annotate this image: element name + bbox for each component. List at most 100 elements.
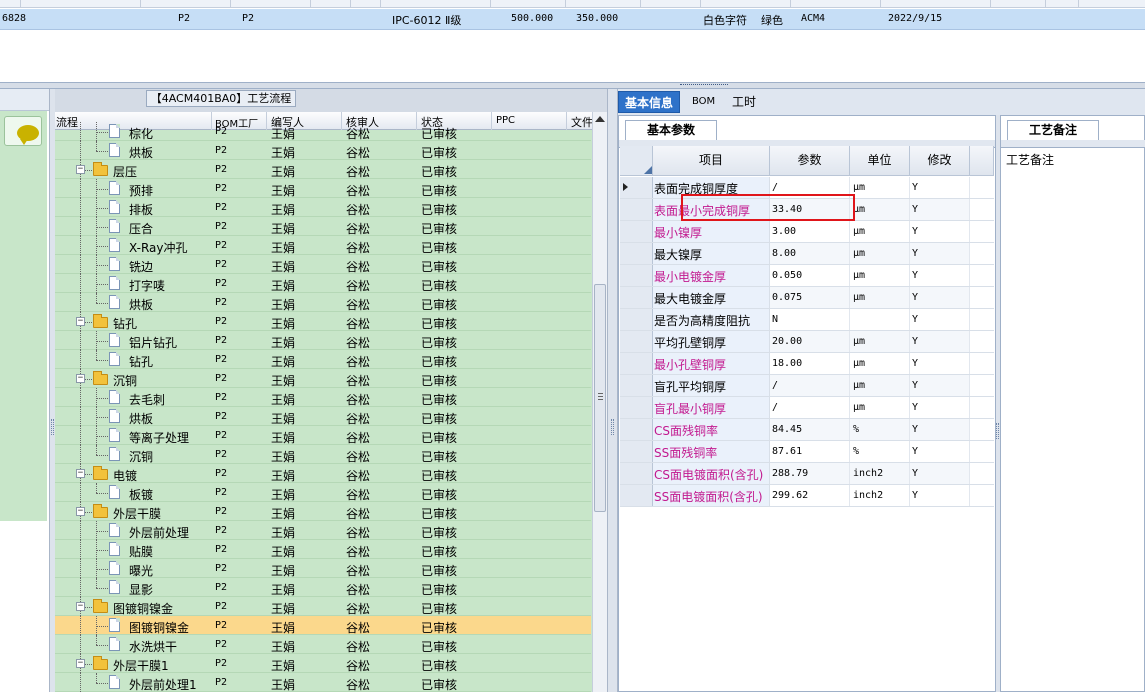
- tree-step-row[interactable]: 烘板 P2 王娟 谷松 已审核: [55, 141, 591, 160]
- param-row[interactable]: 最小镍厚 3.00 μm Y: [620, 221, 994, 243]
- top-grid-selected-row[interactable]: 6828 P2 P2 IPC-6012 Ⅱ级 500.000 350.000 白…: [0, 9, 1145, 30]
- tree-group-row[interactable]: − 层压 P2 王娟 谷松 已审核: [55, 160, 591, 179]
- tree-status: 已审核: [421, 431, 458, 445]
- header-unit[interactable]: 单位: [850, 146, 910, 176]
- tree-scrollbar[interactable]: [592, 112, 607, 692]
- basic-params-tab[interactable]: 基本参数: [625, 120, 717, 140]
- tree-step-row[interactable]: 排板 P2 王娟 谷松 已审核: [55, 198, 591, 217]
- tree-line: [96, 265, 108, 266]
- param-modify-cell[interactable]: [910, 199, 970, 220]
- param-value-cell[interactable]: [770, 397, 850, 418]
- top-grid-header: [0, 0, 1145, 8]
- tab-basic-info[interactable]: 基本信息: [618, 91, 681, 113]
- tree-step-row[interactable]: 显影 P2 王娟 谷松 已审核: [55, 578, 591, 597]
- tree-group-row[interactable]: − 电镀 P2 王娟 谷松 已审核: [55, 464, 591, 483]
- tree-line: [96, 350, 97, 360]
- param-row[interactable]: 盲孔平均铜厚 / μm Y: [620, 375, 994, 397]
- tree-bom: P2: [215, 164, 228, 175]
- tree-step-row[interactable]: 铣边 P2 王娟 谷松 已审核: [55, 255, 591, 274]
- param-row[interactable]: 盲孔最小铜厚 / μm Y: [620, 397, 994, 419]
- tree-step-row[interactable]: 预排 P2 王娟 谷松 已审核: [55, 179, 591, 198]
- process-tree[interactable]: 流程 BOM工厂 编写人 核审人 状态 PPC 文件 棕化 P2 王娟 谷松 已审核 烘板…: [55, 112, 607, 692]
- header-param[interactable]: 参数: [770, 146, 850, 176]
- param-row[interactable]: CS面残铜率 84.45% Y: [620, 419, 994, 441]
- tree-group-row[interactable]: − 图镀铜镍金 P2 王娟 谷松 已审核: [55, 597, 591, 616]
- param-row[interactable]: 最小孔壁铜厚 18.00 μm Y: [620, 353, 994, 375]
- param-modify-cell[interactable]: [910, 265, 970, 286]
- tree-group-row[interactable]: − 钻孔 P2 王娟 谷松 已审核: [55, 312, 591, 331]
- tree-step-row[interactable]: X-Ray冲孔 P2 王娟 谷松 已审核: [55, 236, 591, 255]
- param-modify-cell[interactable]: [910, 177, 970, 198]
- tree-step-row[interactable]: 打字唛 P2 王娟 谷松 已审核: [55, 274, 591, 293]
- tree-line: [80, 673, 81, 692]
- param-modify-cell[interactable]: [910, 331, 970, 352]
- collapse-toggle-icon[interactable]: −: [76, 507, 85, 516]
- param-modify-cell[interactable]: [910, 397, 970, 418]
- tree-step-row[interactable]: 曝光 P2 王娟 谷松 已审核: [55, 559, 591, 578]
- tree-group-row[interactable]: − 外层干膜 P2 王娟 谷松 已审核: [55, 502, 591, 521]
- tree-line: [80, 141, 81, 160]
- param-row[interactable]: SS面残铜率 87.61% Y: [620, 441, 994, 463]
- tree-step-row[interactable]: 去毛刺 P2 王娟 谷松 已审核: [55, 388, 591, 407]
- param-modify-cell[interactable]: [910, 463, 970, 484]
- tree-step-row[interactable]: 板镀 P2 王娟 谷松 已审核: [55, 483, 591, 502]
- collapse-toggle-icon[interactable]: −: [76, 165, 85, 174]
- param-modify-cell[interactable]: [910, 441, 970, 462]
- param-modify-cell[interactable]: [910, 375, 970, 396]
- header-modify[interactable]: 修改: [910, 146, 970, 176]
- tree-line: [96, 645, 108, 646]
- param-row[interactable]: CS面电镀面积(含孔) 288.79 inch2 Y: [620, 463, 994, 485]
- tree-step-row[interactable]: 棕化 P2 王娟 谷松 已审核: [55, 122, 591, 141]
- tree-step-row[interactable]: 铝片钻孔 P2 王娟 谷松 已审核: [55, 331, 591, 350]
- collapse-toggle-icon[interactable]: −: [76, 659, 85, 668]
- collapse-toggle-icon[interactable]: −: [76, 374, 85, 383]
- middle-splitter[interactable]: [607, 89, 618, 692]
- scroll-thumb[interactable]: [594, 284, 606, 512]
- param-unit: μm: [853, 292, 866, 303]
- header-item[interactable]: 项目: [653, 146, 770, 176]
- param-row[interactable]: 平均孔壁铜厚 20.00 μm Y: [620, 331, 994, 353]
- tree-step-row[interactable]: 压合 P2 王娟 谷松 已审核: [55, 217, 591, 236]
- param-value-cell[interactable]: [770, 375, 850, 396]
- tree-reviewer: 谷松: [346, 127, 371, 141]
- param-modify-cell[interactable]: [910, 353, 970, 374]
- param-modify-cell[interactable]: [910, 287, 970, 308]
- param-row[interactable]: 是否为高精度阻抗 N Y: [620, 309, 994, 331]
- tab-bom[interactable]: BOM: [686, 91, 721, 113]
- collapse-toggle-icon[interactable]: −: [76, 469, 85, 478]
- param-modify-cell[interactable]: [910, 419, 970, 440]
- tree-step-row[interactable]: 外层前处理 P2 王娟 谷松 已审核: [55, 521, 591, 540]
- param-row[interactable]: 最大电镀金厚 0.075 μm Y: [620, 287, 994, 309]
- collapse-toggle-icon[interactable]: −: [76, 602, 85, 611]
- tab-work-hours[interactable]: 工时: [726, 91, 762, 113]
- scroll-up-arrow-icon[interactable]: [595, 116, 605, 122]
- param-modify-cell[interactable]: [910, 221, 970, 242]
- tree-reviewer: 谷松: [346, 260, 371, 274]
- tree-step-row[interactable]: 外层前处理1 P2 王娟 谷松 已审核: [55, 673, 591, 692]
- document-icon: [109, 276, 120, 290]
- param-modify-cell[interactable]: [910, 485, 970, 506]
- tree-step-row[interactable]: 水洗烘干 P2 王娟 谷松 已审核: [55, 635, 591, 654]
- tree-group-row[interactable]: − 沉铜 P2 王娟 谷松 已审核: [55, 369, 591, 388]
- tree-step-row[interactable]: 贴膜 P2 王娟 谷松 已审核: [55, 540, 591, 559]
- comment-button[interactable]: [4, 116, 42, 146]
- tree-step-row[interactable]: 烘板 P2 王娟 谷松 已审核: [55, 407, 591, 426]
- tree-group-row[interactable]: − 外层干膜1 P2 王娟 谷松 已审核: [55, 654, 591, 673]
- param-modify-cell[interactable]: [910, 309, 970, 330]
- tree-step-row[interactable]: 钻孔 P2 王娟 谷松 已审核: [55, 350, 591, 369]
- param-value-cell[interactable]: [770, 309, 850, 330]
- param-unit-cell[interactable]: [850, 309, 910, 330]
- param-modify-cell[interactable]: [910, 243, 970, 264]
- param-row[interactable]: 最大镍厚 8.00 μm Y: [620, 243, 994, 265]
- collapse-toggle-icon[interactable]: −: [76, 317, 85, 326]
- tree-step-row[interactable]: 沉铜 P2 王娟 谷松 已审核: [55, 445, 591, 464]
- tree-step-row[interactable]: 图镀铜镍金 P2 王娟 谷松 已审核: [55, 616, 591, 635]
- process-remark-tab[interactable]: 工艺备注: [1007, 120, 1099, 140]
- tree-step-row[interactable]: 烘板 P2 王娟 谷松 已审核: [55, 293, 591, 312]
- param-row[interactable]: 最小电镀金厚 0.050 μm Y: [620, 265, 994, 287]
- horizontal-splitter[interactable]: [0, 82, 1145, 89]
- detail-tabs: 基本信息 BOM 工时: [618, 89, 1145, 115]
- tree-step-row[interactable]: 等离子处理 P2 王娟 谷松 已审核: [55, 426, 591, 445]
- tree-reviewer: 谷松: [346, 621, 371, 635]
- param-row[interactable]: SS面电镀面积(含孔) 299.62 inch2 Y: [620, 485, 994, 507]
